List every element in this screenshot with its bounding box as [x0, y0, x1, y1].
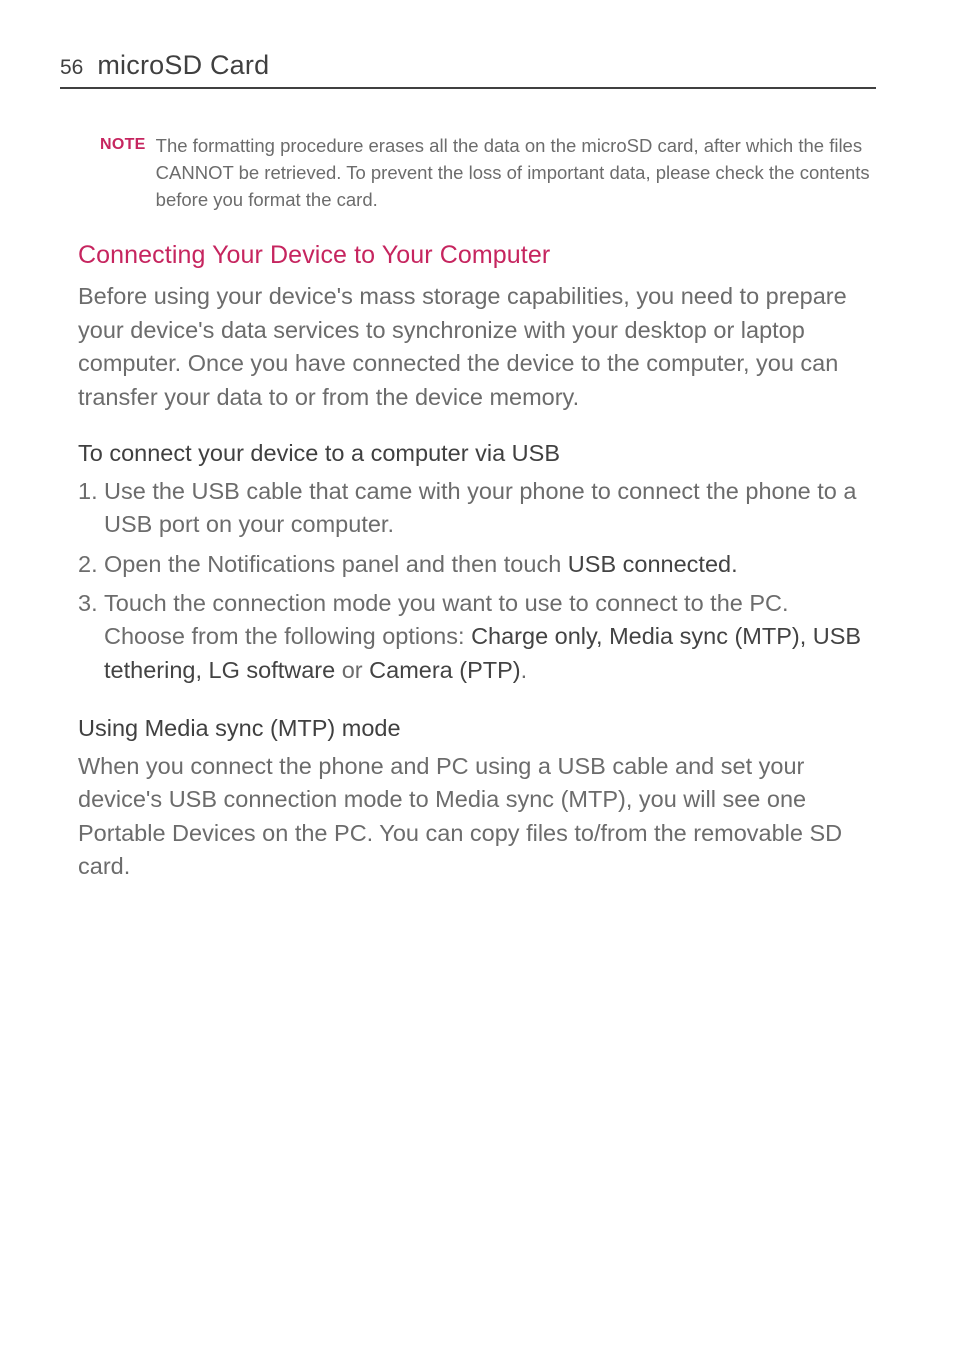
- steps-list: 1. Use the USB cable that came with your…: [60, 475, 876, 687]
- step-1: 1. Use the USB cable that came with your…: [78, 475, 876, 542]
- step-2: 2. Open the Notifications panel and then…: [78, 548, 876, 581]
- page-title: microSD Card: [97, 50, 269, 81]
- step-text: Open the Notifications panel and then to…: [104, 551, 568, 577]
- step-text: or: [335, 657, 369, 683]
- section-body-mtp: When you connect the phone and PC using …: [60, 750, 876, 883]
- step-marker: 2.: [78, 548, 98, 581]
- note-block: NOTE The formatting procedure erases all…: [60, 133, 876, 213]
- sub-heading-mtp: Using Media sync (MTP) mode: [60, 715, 876, 742]
- page-header: 56 microSD Card: [60, 50, 876, 89]
- step-marker: 1.: [78, 475, 98, 508]
- step-emphasis: USB connected.: [568, 551, 738, 577]
- section-heading-connecting: Connecting Your Device to Your Computer: [60, 241, 876, 270]
- page-number: 56: [60, 56, 83, 80]
- step-text: Use the USB cable that came with your ph…: [104, 478, 856, 537]
- step-text: .: [521, 657, 528, 683]
- note-label: NOTE: [100, 133, 146, 156]
- step-marker: 3.: [78, 587, 98, 620]
- sub-heading-usb: To connect your device to a computer via…: [60, 440, 876, 467]
- step-3: 3. Touch the connection mode you want to…: [78, 587, 876, 687]
- section-body-connecting: Before using your device's mass storage …: [60, 280, 876, 413]
- note-text: The formatting procedure erases all the …: [156, 133, 876, 213]
- step-emphasis: Camera (PTP): [369, 657, 520, 683]
